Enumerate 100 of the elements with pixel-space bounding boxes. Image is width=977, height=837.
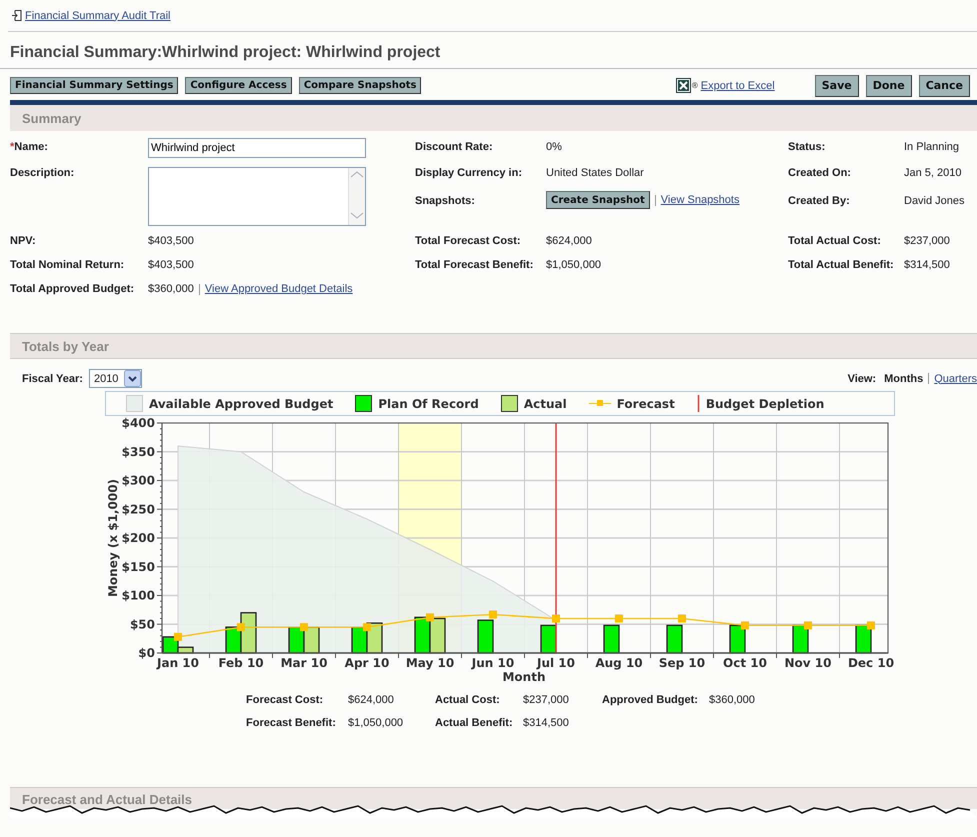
axis-label: $200	[122, 531, 155, 545]
field-label: Created By:	[788, 194, 851, 207]
field-value: $360,000	[148, 283, 194, 295]
section-header: Summary	[10, 105, 977, 131]
action-button[interactable]: Cance	[918, 74, 970, 96]
bar	[792, 624, 809, 654]
export-link[interactable]: Export to Excel	[700, 80, 775, 92]
fiscal-year-select[interactable]: 2010	[88, 369, 142, 388]
field-label: Total Forecast Benefit:	[415, 258, 534, 271]
total-value: $237,000	[523, 694, 570, 706]
axis-title: Money (x $1,000)	[106, 478, 120, 598]
view-snapshots-link[interactable]: View Snapshots	[660, 194, 740, 206]
audit-trail-icon	[12, 10, 22, 21]
field-label: Status:	[788, 140, 826, 153]
total-label: Forecast Benefit:	[246, 717, 337, 729]
bar	[366, 622, 383, 654]
dropdown-icon[interactable]	[124, 370, 142, 387]
total-value: $314,500	[523, 717, 570, 729]
toolbar-button[interactable]: Compare Snapshots	[298, 77, 422, 94]
action-button[interactable]: Save	[814, 74, 859, 96]
axis-label: Nov 10	[784, 656, 832, 670]
legend-swatch-icon	[500, 395, 518, 412]
axis-label: Aug 10	[595, 656, 643, 670]
field-label: Total Forecast Cost:	[415, 234, 522, 247]
axis-label: Sep 10	[658, 656, 706, 670]
toolbar-button[interactable]: Financial Summary Settings	[10, 77, 178, 94]
field-label: Created On:	[788, 166, 852, 179]
description-field[interactable]	[148, 167, 366, 226]
axis-label: Feb 10	[218, 656, 264, 670]
field-value: $314,500	[904, 258, 951, 271]
axis-label: May 10	[406, 656, 454, 670]
axis-label: $150	[122, 560, 155, 574]
field-label: Total Actual Benefit:	[788, 258, 895, 271]
legend-label: Actual	[524, 396, 567, 410]
axis-label: Jan 10	[157, 656, 199, 670]
axis-label: Mar 10	[280, 656, 328, 670]
axis-label: Jun 10	[472, 656, 514, 670]
field-label: Name:	[14, 141, 48, 153]
section-header: Totals by Year	[10, 333, 977, 359]
bar	[855, 624, 872, 654]
legend-swatch-icon	[355, 395, 372, 412]
name-field[interactable]: Whirlwind project	[148, 138, 366, 158]
bar	[414, 616, 431, 654]
page-title: Financial Summary:Whirlwind project: Whirlwind project	[0, 32, 977, 69]
toolbar-button[interactable]: Configure Access	[185, 77, 292, 94]
legend-label: Forecast	[616, 396, 675, 410]
data-point	[552, 614, 560, 622]
field-label: Display Currency in:	[415, 166, 523, 179]
axis-label: $0	[138, 646, 155, 660]
bar	[303, 626, 320, 654]
audit-trail-link[interactable]: Financial Summary Audit Trail	[25, 10, 170, 22]
axis-label: $400	[122, 416, 155, 430]
field-label: Total Approved Budget:	[10, 282, 136, 295]
bar	[477, 620, 494, 654]
total-label: Approved Budget:	[602, 694, 699, 706]
data-point	[300, 623, 308, 632]
axis-label: $100	[122, 588, 155, 602]
data-point	[237, 623, 245, 632]
axis-title: Month	[502, 670, 546, 684]
axis-label: Jul 10	[537, 656, 575, 670]
bar	[729, 624, 746, 654]
legend-swatch-icon	[696, 395, 700, 412]
total-label: Forecast Cost:	[246, 694, 324, 706]
total-value: $360,000	[709, 694, 756, 706]
legend-swatch-icon	[126, 395, 143, 412]
field-label: Total Actual Cost:	[788, 234, 882, 247]
data-point	[615, 614, 623, 622]
spreadsheet-icon[interactable]	[676, 78, 691, 93]
section-header: Forecast and Actual Details	[10, 787, 977, 809]
budget-details-link[interactable]: View Approved Budget Details	[204, 283, 353, 295]
field-label: Discount Rate:	[415, 140, 494, 153]
axis-label: $300	[122, 474, 155, 488]
legend-label: Plan Of Record	[378, 396, 479, 410]
field-value: Jan 5, 2010	[904, 166, 962, 179]
axis-label: $350	[122, 444, 155, 459]
field-label: Description:	[10, 166, 76, 179]
field-label: Total Nominal Return:	[10, 258, 126, 271]
action-button[interactable]: Done	[866, 74, 912, 96]
total-value: $1,050,000	[348, 717, 404, 729]
field-value: $403,500	[148, 234, 195, 247]
data-point	[678, 614, 686, 622]
total-label: Actual Cost:	[435, 694, 501, 706]
view-option[interactable]: Months	[884, 372, 924, 384]
bar	[288, 626, 305, 654]
field-value: David Jones	[904, 194, 966, 207]
create-snapshot-button[interactable]: Create Snapshot	[546, 191, 650, 209]
bar	[603, 624, 620, 654]
axis-label: Apr 10	[344, 656, 390, 670]
field-value: $624,000	[546, 234, 593, 247]
field-label: NPV:	[10, 234, 37, 247]
field-value: United States Dollar	[546, 166, 645, 179]
axis-label: $250	[122, 502, 155, 516]
field-value: In Planning	[904, 140, 960, 153]
total-value: $624,000	[348, 694, 395, 706]
field-label: View:	[848, 372, 876, 384]
axis-label: Oct 10	[723, 656, 767, 670]
field-value: $403,500	[148, 258, 195, 271]
legend-label: Available Approved Budget	[149, 396, 334, 410]
bar	[351, 626, 368, 654]
view-option-link[interactable]: Quarters	[934, 372, 977, 384]
